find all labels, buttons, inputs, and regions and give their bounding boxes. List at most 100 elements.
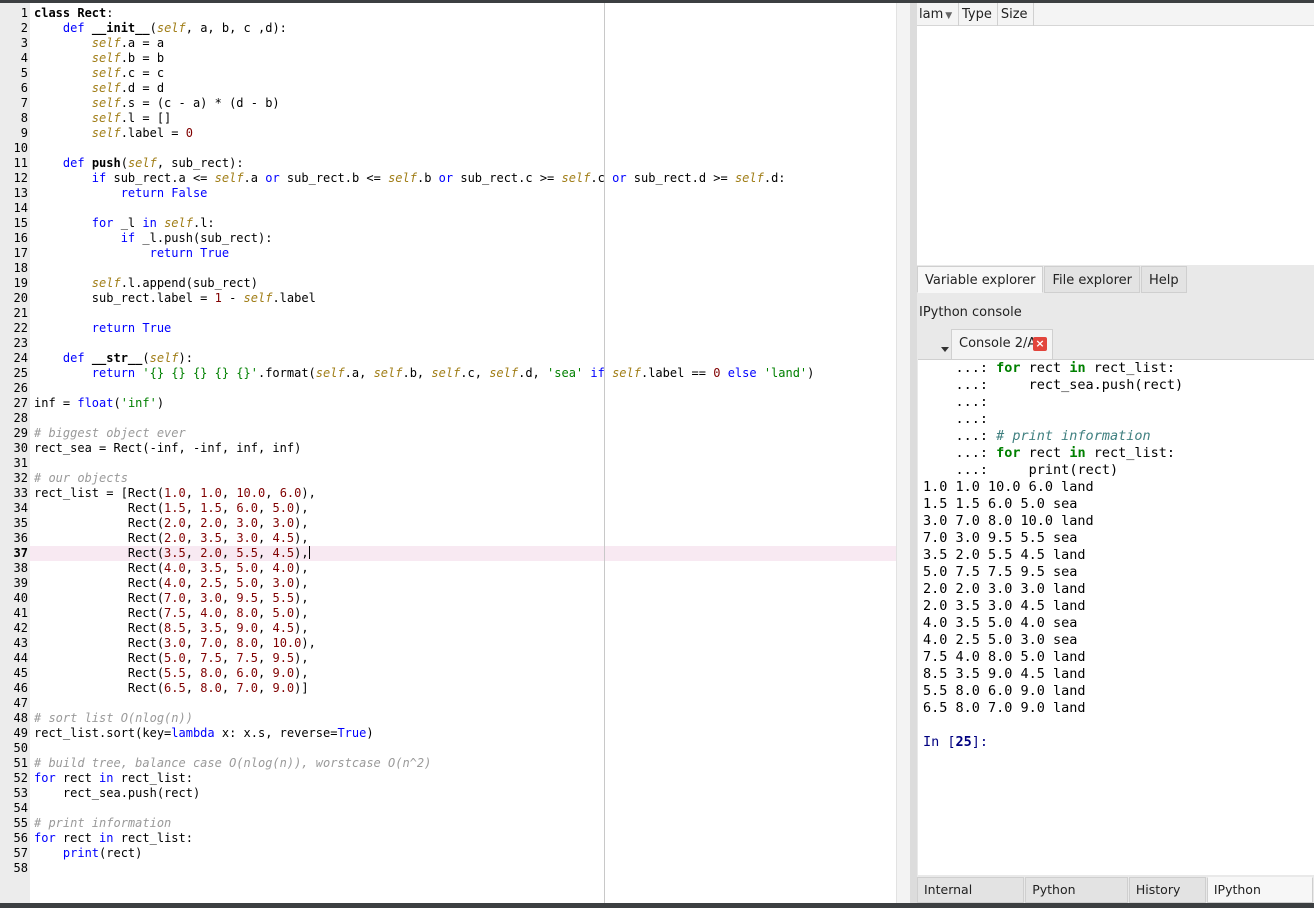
text-cursor [308,546,310,559]
code-text: return False [120,186,208,200]
console-line: ...: print(rect) [923,462,1119,478]
console-line: 6.5 8.0 7.0 9.0 land [923,700,1086,716]
line-number: 54 [13,801,28,815]
console-line: ...: for rect in rect_list: [923,445,1176,461]
line-number: 18 [13,261,28,275]
code-text: # print information [34,816,172,830]
line-number: 44 [13,651,28,665]
tab-history-log[interactable]: History log [1128,877,1206,908]
window-bottom-bar [0,903,1314,908]
console-line: ...: # print information [923,428,1151,444]
dropdown-arrow-icon [941,347,949,352]
edge-ruler [604,3,605,903]
console-line: ...: rect_sea.push(rect) [923,377,1184,393]
code-text: Rect(1.5, 1.5, 6.0, 5.0), [34,501,309,515]
code-text: Rect(6.5, 8.0, 7.0, 9.0)] [34,681,309,695]
console-line: 5.0 7.5 7.5 9.5 sea [923,564,1078,580]
console-line: 3.0 7.0 8.0 10.0 land [923,513,1094,529]
code-text: self.c = c [91,66,165,80]
line-number: 30 [13,441,28,455]
console-tab-bar: Console 2/A × [917,329,1314,359]
line-number: 21 [13,306,28,320]
editor-scrollbar[interactable] [896,3,910,903]
column-header-size[interactable]: Size [998,3,1034,26]
code-text: Rect(7.5, 4.0, 8.0, 5.0), [34,606,309,620]
close-icon[interactable]: × [1033,337,1047,351]
line-number: 26 [13,381,28,395]
code-text: self.a = a [91,36,165,50]
line-number: 40 [13,591,28,605]
tab-help[interactable]: Help [1141,266,1187,293]
code-text: self.l = [] [91,111,172,125]
line-number: 20 [13,291,28,305]
console-line: 4.0 3.5 5.0 4.0 sea [923,615,1078,631]
console-line: 4.0 2.5 5.0 3.0 sea [923,632,1078,648]
code-text: rect_sea.push(rect) [34,786,201,800]
code-text: if _l.push(sub_rect): [120,231,273,245]
code-text: Rect(2.0, 2.0, 3.0, 3.0), [34,516,309,530]
console-line: 2.0 3.5 3.0 4.5 land [923,598,1086,614]
pane-splitter[interactable] [910,3,917,903]
code-text: for rect in rect_list: [34,771,193,785]
line-number: 7 [20,96,28,110]
code-text: return True [91,321,172,335]
line-number: 37 [13,546,28,560]
console-line: ...: for rect in rect_list: [923,360,1176,376]
code-text: self.d = d [91,81,165,95]
console-lines: ...: for rect in rect_list: ...: rect_se… [923,360,1183,751]
code-editor[interactable]: 1 class Rect: 2 def __init__(self, a, b, c… [0,3,910,903]
code-text: for rect in rect_list: [34,831,193,845]
console-line: ...: [923,394,989,410]
line-number: 29 [13,426,28,440]
code-text: self.s = (c - a) * (d - b) [91,96,280,110]
right-panel: lam ▼ Type Size Variable explorer File ex… [917,3,1314,908]
line-number: 17 [13,246,28,260]
code-text: Rect(3.0, 7.0, 8.0, 10.0), [34,636,316,650]
line-number: 57 [13,846,28,860]
line-number: 51 [13,756,28,770]
tab-internal-console[interactable]: Internal console [917,877,1025,908]
code-text: class Rect: [34,6,114,20]
line-number: 38 [13,561,28,575]
column-header-name[interactable]: lam ▼ [917,3,959,26]
code-text: for _l in self.l: [91,216,215,230]
line-number: 49 [13,726,28,740]
line-number: 52 [13,771,28,785]
tab-python-console[interactable]: Python console [1025,877,1128,908]
ipython-console-output[interactable]: ...: for rect in rect_list: ...: rect_se… [918,359,1314,875]
console-line: 5.5 8.0 6.0 9.0 land [923,683,1086,699]
line-number: 58 [13,861,28,875]
code-text: return '{} {} {} {} {}'.format(self.a, s… [91,366,815,380]
code-text: # biggest object ever [34,426,186,440]
code-text: self.l.append(sub_rect) [91,276,258,290]
bottom-pane-tabs: Internal console Python console History … [917,877,1314,908]
code-text: Rect(5.5, 8.0, 6.0, 9.0), [34,666,309,680]
console-line: 2.0 2.0 3.0 3.0 land [923,581,1086,597]
tab-variable-explorer[interactable]: Variable explorer [917,266,1044,293]
line-number: 43 [13,636,28,650]
line-number: 19 [13,276,28,290]
line-number: 45 [13,666,28,680]
line-number: 14 [13,201,28,215]
line-number: 35 [13,516,28,530]
code-text: rect_list.sort(key=lambda x: x.s, revers… [34,726,374,740]
variable-explorer[interactable]: lam ▼ Type Size [917,3,1314,265]
line-number: 9 [20,126,28,140]
tab-console-2a[interactable]: Console 2/A × [951,329,1053,359]
line-number: 2 [20,21,28,35]
line-number: 47 [13,696,28,710]
code-text: if sub_rect.a <= self.a or sub_rect.b <=… [91,171,786,185]
code-text: # sort list O(nlog(n)) [34,711,193,725]
column-header-type[interactable]: Type [959,3,998,26]
code-text: self.b = b [91,51,165,65]
line-number: 50 [13,741,28,755]
console-options-button[interactable] [921,333,949,357]
code-text: # our objects [34,471,128,485]
tab-file-explorer[interactable]: File explorer [1044,266,1141,293]
line-number: 15 [13,216,28,230]
code-text: Rect(3.5, 2.0, 5.5, 4.5), [34,546,310,560]
tab-ipython-console[interactable]: IPython console [1206,877,1313,908]
line-number: 10 [13,141,28,155]
console-line: 8.5 3.5 9.0 4.5 land [923,666,1086,682]
